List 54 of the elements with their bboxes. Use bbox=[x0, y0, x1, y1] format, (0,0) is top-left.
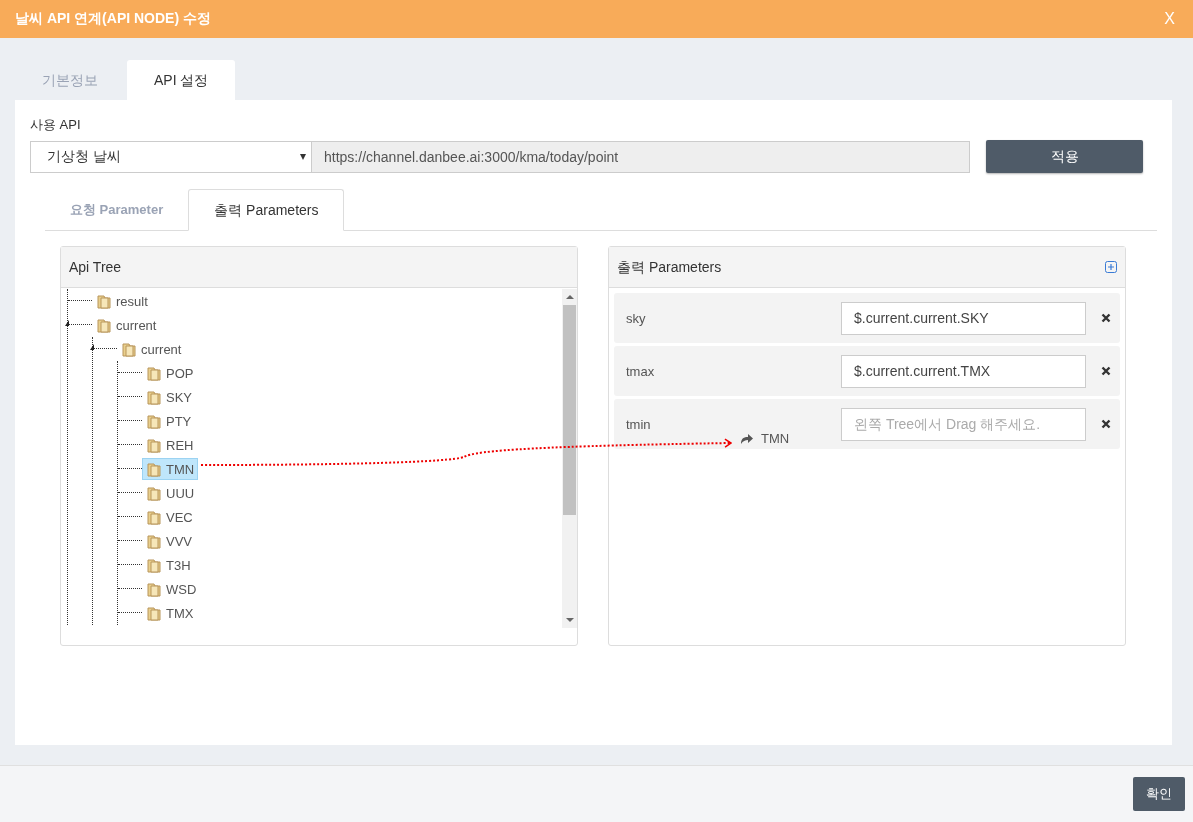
input-field[interactable]: $.current.current.TMX bbox=[841, 354, 1086, 388]
dialog-title: 날씨 API 연계(API NODE) 수정 bbox=[15, 10, 211, 28]
folder-icon bbox=[146, 413, 162, 429]
parameter-name: tmin bbox=[626, 416, 652, 432]
folder-icon bbox=[146, 533, 162, 549]
folder-icon bbox=[96, 293, 112, 309]
folder-icon bbox=[146, 605, 162, 621]
api-select[interactable]: 기상청 날씨 bbox=[30, 140, 312, 173]
parameter-name: sky bbox=[626, 310, 647, 326]
tree-node[interactable]: UUU bbox=[142, 482, 199, 504]
tree-node[interactable]: result bbox=[92, 290, 152, 312]
scrollbar[interactable] bbox=[562, 289, 577, 628]
folder-icon bbox=[146, 365, 162, 381]
drag-label: TMN bbox=[761, 431, 790, 446]
url-field[interactable]: https://channel.danbee.ai:3000/kma/today/point bbox=[312, 140, 970, 173]
tree-node[interactable]: current bbox=[117, 338, 186, 360]
folder-icon bbox=[146, 485, 162, 501]
tree-node[interactable]: PTY bbox=[142, 410, 196, 432]
folder-icon bbox=[146, 437, 162, 453]
expander-icon[interactable] bbox=[65, 320, 69, 326]
tree-node[interactable]: TMX bbox=[142, 602, 198, 624]
tree-node[interactable]: REH bbox=[142, 434, 198, 456]
tree-node[interactable]: VEC bbox=[142, 506, 197, 528]
tree-node[interactable]: VVV bbox=[142, 530, 196, 552]
caret-icon bbox=[300, 153, 306, 160]
panel-title: 출력 Parameters bbox=[617, 258, 722, 277]
tab[interactable]: 출력 Parameters bbox=[188, 189, 345, 231]
tree-node[interactable]: T3H bbox=[142, 554, 195, 576]
input-field[interactable]: 왼쪽 Tree에서 Drag 해주세요. bbox=[841, 407, 1086, 441]
panel-title: Api Tree bbox=[61, 247, 577, 288]
field-label: 사용 API bbox=[30, 116, 82, 134]
folder-icon bbox=[121, 341, 137, 357]
confirm-button[interactable]: 확인 bbox=[1133, 777, 1185, 811]
close-icon[interactable] bbox=[1101, 313, 1111, 323]
folder-icon bbox=[146, 461, 162, 477]
tree-node[interactable]: SKY bbox=[142, 386, 196, 408]
close-icon[interactable] bbox=[1101, 366, 1111, 376]
folder-icon bbox=[96, 317, 112, 333]
add-icon[interactable] bbox=[1105, 261, 1117, 273]
folder-icon bbox=[146, 389, 162, 405]
tree-node[interactable]: TMN bbox=[142, 458, 199, 480]
tree-node[interactable]: POP bbox=[142, 362, 198, 384]
parameter-name: tmax bbox=[626, 363, 656, 379]
close-icon[interactable] bbox=[1101, 419, 1111, 429]
folder-icon bbox=[146, 509, 162, 525]
tree-node[interactable]: current bbox=[92, 314, 161, 336]
share-arrow-icon bbox=[740, 433, 753, 444]
folder-icon bbox=[146, 581, 162, 597]
expander-icon[interactable] bbox=[90, 344, 94, 350]
input-field[interactable]: $.current.current.SKY bbox=[841, 301, 1086, 335]
tab[interactable]: API 설정 bbox=[127, 60, 236, 100]
apply-button[interactable]: 적용 bbox=[986, 140, 1143, 173]
tree-node[interactable]: WSD bbox=[142, 578, 201, 600]
folder-icon bbox=[146, 557, 162, 573]
